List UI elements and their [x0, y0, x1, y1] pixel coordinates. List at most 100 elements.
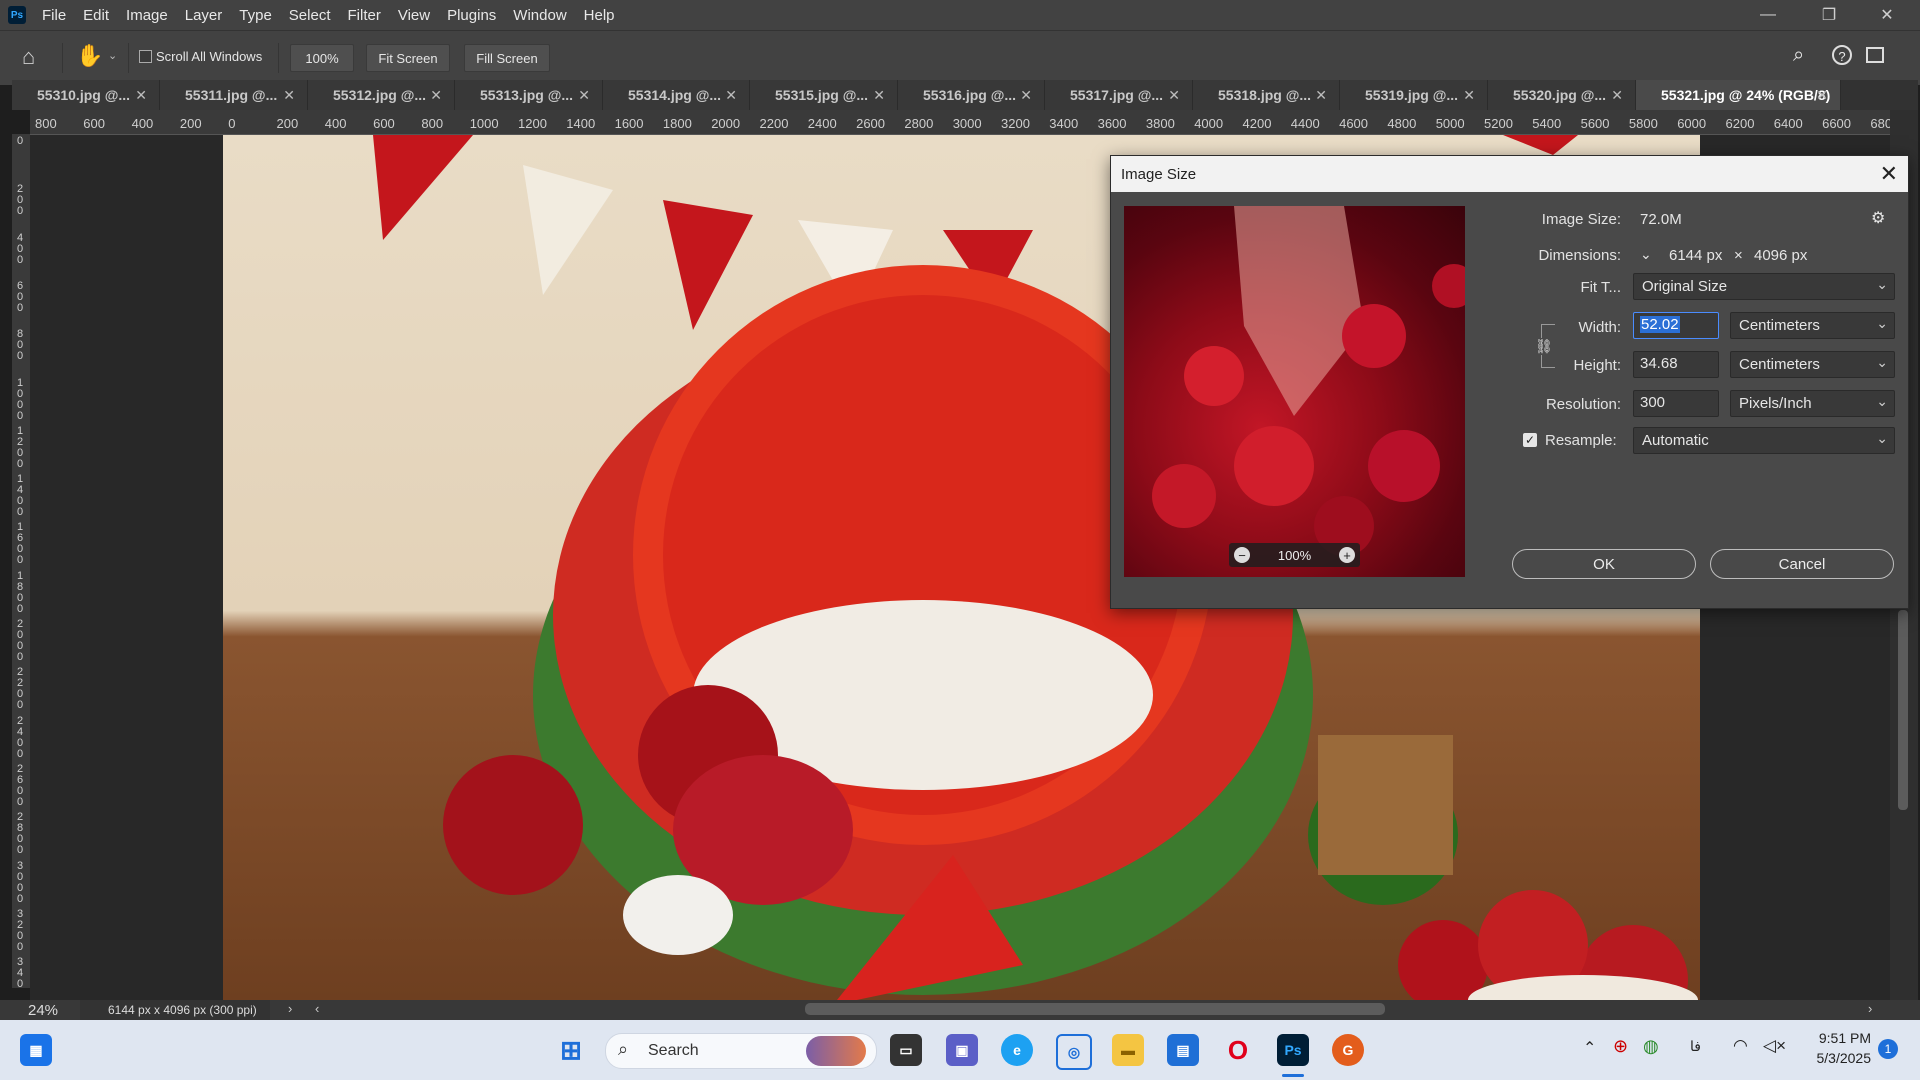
menu-plugins[interactable]: Plugins: [447, 7, 496, 24]
close-icon[interactable]: ✕: [578, 87, 590, 104]
menu-type[interactable]: Type: [239, 7, 272, 24]
clock-time[interactable]: 9:51 PM: [1803, 1030, 1871, 1046]
language-indicator[interactable]: فا: [1690, 1038, 1701, 1055]
close-icon[interactable]: ✕: [135, 87, 147, 104]
close-icon[interactable]: ✕: [1020, 87, 1032, 104]
minimize-icon[interactable]: —: [1745, 0, 1791, 30]
tab-55312[interactable]: 55312.jpg @... ✕: [308, 80, 455, 110]
tab-55314[interactable]: 55314.jpg @... ✕: [603, 80, 750, 110]
height-input[interactable]: 34.68: [1633, 351, 1719, 378]
menu-image[interactable]: Image: [126, 7, 168, 24]
menu-layer[interactable]: Layer: [185, 7, 223, 24]
tab-55311[interactable]: 55311.jpg @... ✕: [160, 80, 308, 110]
wifi-icon[interactable]: ◠: [1733, 1036, 1748, 1056]
resolution-input[interactable]: 300: [1633, 390, 1719, 417]
menu-edit[interactable]: Edit: [83, 7, 109, 24]
dimensions-units-chevron-icon[interactable]: ⌄: [1640, 246, 1652, 263]
tab-55320[interactable]: 55320.jpg @... ✕: [1488, 80, 1636, 110]
teams-icon[interactable]: ▣: [946, 1034, 978, 1066]
g-app-icon[interactable]: G: [1332, 1034, 1364, 1066]
chevron-right-icon[interactable]: ›: [288, 1001, 292, 1016]
zoom-out-icon[interactable]: −: [1234, 547, 1250, 563]
edge-icon[interactable]: e: [1001, 1034, 1033, 1066]
tab-55316[interactable]: 55316.jpg @... ✕: [898, 80, 1045, 110]
tool-preset-chevron-icon[interactable]: ⌄: [108, 49, 117, 62]
volume-muted-icon[interactable]: ◁×: [1763, 1036, 1786, 1056]
width-input[interactable]: 52.02: [1633, 312, 1719, 339]
gear-icon[interactable]: ⚙: [1871, 208, 1885, 228]
close-icon[interactable]: ✕: [1463, 87, 1475, 104]
tab-55321-active[interactable]: 55321.jpg @ 24% (RGB/8) ✕: [1636, 80, 1841, 110]
cancel-button[interactable]: Cancel: [1710, 549, 1894, 579]
tab-55315[interactable]: 55315.jpg @... ✕: [750, 80, 898, 110]
home-icon[interactable]: ⌂: [22, 44, 35, 70]
image-preview[interactable]: − 100% +: [1124, 206, 1465, 577]
task-view-icon[interactable]: ▭: [890, 1034, 922, 1066]
resolution-unit-select[interactable]: Pixels/Inch ⌄: [1730, 390, 1895, 417]
menu-filter[interactable]: Filter: [348, 7, 381, 24]
scroll-all-windows-checkbox[interactable]: [139, 50, 152, 63]
menu-help[interactable]: Help: [584, 7, 615, 24]
tab-55313[interactable]: 55313.jpg @... ✕: [455, 80, 603, 110]
close-icon[interactable]: ✕: [873, 87, 885, 104]
close-icon[interactable]: ✕: [725, 87, 737, 104]
tab-55310[interactable]: 55310.jpg @... ✕: [12, 80, 160, 110]
menu-select[interactable]: Select: [289, 7, 331, 24]
workspace-icon[interactable]: [1866, 47, 1884, 63]
menu-window[interactable]: Window: [513, 7, 566, 24]
windows-start-icon[interactable]: ⊞: [555, 1034, 587, 1066]
zoom-in-icon[interactable]: +: [1339, 547, 1355, 563]
ruler-tick-label: 4000: [1194, 116, 1224, 131]
fill-screen-button[interactable]: Fill Screen: [464, 44, 550, 72]
ruler-tick-label: 1000: [469, 116, 499, 131]
close-icon[interactable]: ✕: [1611, 87, 1623, 104]
notification-badge[interactable]: 1: [1878, 1039, 1898, 1059]
opera-icon[interactable]: O: [1222, 1034, 1254, 1066]
height-unit-select[interactable]: Centimeters ⌄: [1730, 351, 1895, 378]
tab-55319[interactable]: 55319.jpg @... ✕: [1340, 80, 1488, 110]
close-icon[interactable]: ✕: [283, 87, 295, 104]
taskbar-search-box[interactable]: ⌕ Search: [605, 1033, 877, 1069]
close-icon[interactable]: ✕: [430, 87, 442, 104]
file-explorer-icon[interactable]: ▬: [1112, 1034, 1144, 1066]
menu-view[interactable]: View: [398, 7, 430, 24]
horizontal-scroll-thumb[interactable]: [805, 1003, 1385, 1015]
resample-checkbox[interactable]: ✓: [1523, 433, 1537, 447]
clock-date[interactable]: 5/3/2025: [1803, 1050, 1872, 1066]
resample-select[interactable]: Automatic ⌄: [1633, 427, 1895, 454]
fit-screen-button[interactable]: Fit Screen: [366, 44, 450, 72]
search-icon[interactable]: ⌕: [1793, 44, 1804, 67]
tab-55318[interactable]: 55318.jpg @... ✕: [1193, 80, 1340, 110]
link-constrain-icon[interactable]: ⛓: [1535, 338, 1553, 355]
fit-to-select[interactable]: Original Size ⌄: [1633, 273, 1895, 300]
ruler-tick-label: 3400: [1049, 116, 1079, 131]
ruler-tick-label: 1200: [16, 424, 24, 470]
close-icon[interactable]: ✕: [1880, 161, 1898, 187]
widgets-icon[interactable]: ▦: [20, 1034, 52, 1066]
photoshop-taskbar-icon[interactable]: Ps: [1277, 1034, 1309, 1066]
menu-bar: Ps File Edit Image Layer Type Select Fil…: [0, 0, 1920, 30]
zoom-100-button[interactable]: 100%: [290, 44, 354, 72]
close-icon[interactable]: ✕: [1168, 87, 1180, 104]
close-icon[interactable]: ✕: [1816, 87, 1828, 104]
ok-button[interactable]: OK: [1512, 549, 1696, 579]
help-icon[interactable]: ?: [1832, 45, 1852, 65]
tray-chevron-up-icon[interactable]: ⌃: [1583, 1038, 1596, 1058]
tray-globe-icon[interactable]: ◍: [1643, 1036, 1659, 1057]
vertical-scroll-thumb[interactable]: [1898, 610, 1908, 810]
snipping-tool-icon[interactable]: ◎: [1056, 1034, 1092, 1070]
close-icon[interactable]: ✕: [1315, 87, 1327, 104]
width-unit-select[interactable]: Centimeters ⌄: [1730, 312, 1895, 339]
zoom-level[interactable]: 24%: [28, 1002, 58, 1019]
microsoft-store-icon[interactable]: ▤: [1167, 1034, 1199, 1066]
menu-file[interactable]: File: [42, 7, 66, 24]
restore-icon[interactable]: ❐: [1806, 0, 1852, 30]
tray-target-icon[interactable]: ⊕: [1613, 1036, 1628, 1057]
ruler-tick-label: 0: [228, 116, 236, 131]
scroll-right-icon[interactable]: ›: [1868, 1001, 1872, 1016]
tab-55317[interactable]: 55317.jpg @... ✕: [1045, 80, 1193, 110]
scroll-left-icon[interactable]: ‹: [315, 1001, 319, 1016]
hand-tool-icon[interactable]: ✋: [76, 43, 103, 69]
close-window-icon[interactable]: ✕: [1864, 0, 1910, 30]
ruler-tick-label: 6400: [1773, 116, 1803, 131]
